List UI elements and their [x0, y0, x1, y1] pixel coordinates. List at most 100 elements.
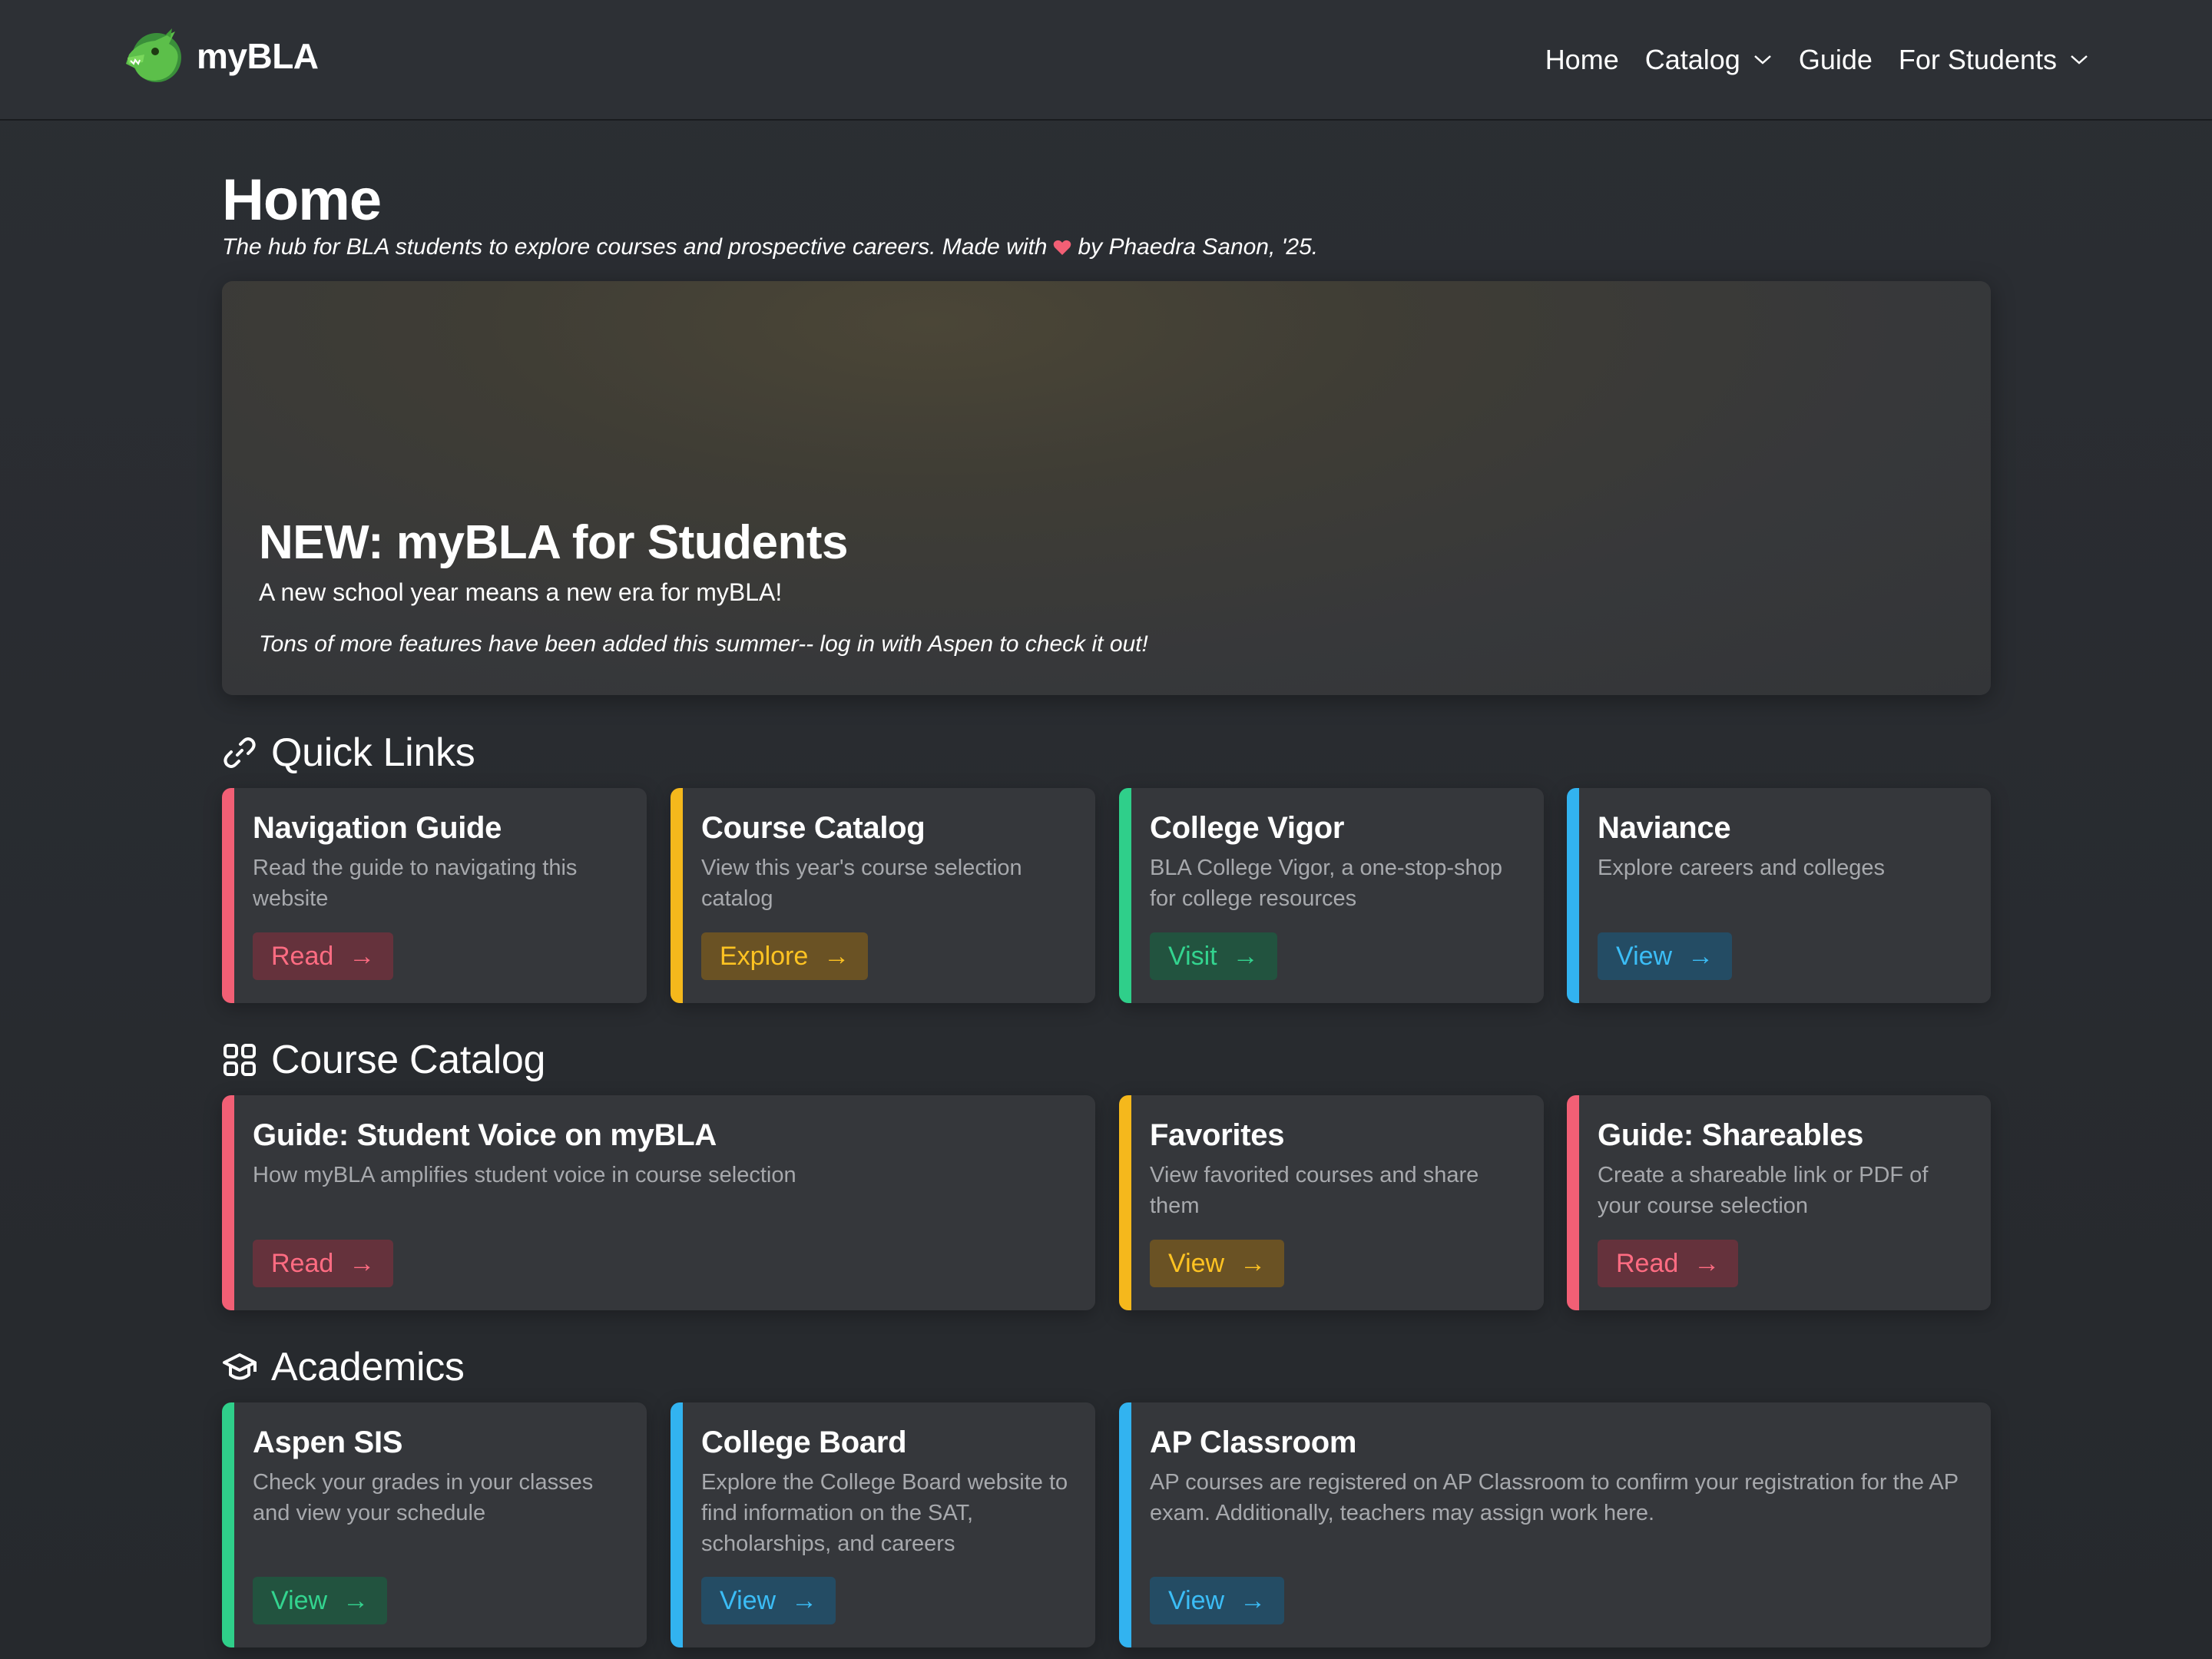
- arrow-right-icon: →: [1240, 1585, 1267, 1615]
- brand-link[interactable]: myBLA: [121, 23, 319, 89]
- top-navbar: myBLA Home Catalog Guide For Students: [0, 0, 2212, 121]
- card-description: BLA College Vigor, a one-stop-shop for c…: [1150, 856, 1502, 911]
- card-title: AP Classroom: [1150, 1426, 1357, 1459]
- button-label: Explore: [720, 941, 809, 971]
- card-accent-bar: [671, 1402, 683, 1647]
- card-accent-bar: [222, 788, 234, 1003]
- chevron-down-icon: [1753, 55, 1771, 65]
- button-label: Read: [271, 1248, 334, 1278]
- card-accent-bar: [222, 1402, 234, 1647]
- hero-banner[interactable]: NEW: myBLA for Students A new school yea…: [222, 281, 1991, 695]
- card-college-vigor: College Vigor BLA College Vigor, a one-s…: [1119, 788, 1544, 1003]
- card-description: How myBLA amplifies student voice in cou…: [253, 1163, 796, 1187]
- arrow-right-icon: →: [343, 1585, 369, 1615]
- page-subtitle: The hub for BLA students to explore cour…: [222, 234, 1318, 260]
- card-title: Favorites: [1150, 1118, 1285, 1152]
- card-accent-bar: [671, 788, 683, 1003]
- view-button[interactable]: View →: [253, 1577, 388, 1624]
- card-title: Guide: Shareables: [1598, 1118, 1864, 1152]
- link-icon: [224, 737, 256, 768]
- button-label: Read: [271, 941, 334, 971]
- arrow-right-icon: →: [1687, 941, 1714, 971]
- main-nav: Home Catalog Guide For Students: [1519, 38, 2089, 81]
- card-description: View this year's course selection catalo…: [701, 856, 1022, 911]
- arrow-right-icon: →: [1694, 1248, 1720, 1278]
- card-description: View favorited courses and share them: [1150, 1163, 1479, 1218]
- card-favorites: Favorites View favorited courses and sha…: [1119, 1095, 1544, 1310]
- button-label: View: [1168, 1248, 1225, 1278]
- button-label: View: [1168, 1585, 1225, 1615]
- section-course-catalog: Course Catalog: [222, 1033, 545, 1087]
- nav-home[interactable]: Home: [1545, 44, 1619, 76]
- card-description: Check your grades in your classes and vi…: [253, 1470, 594, 1525]
- card-title: College Board: [701, 1426, 907, 1459]
- card-course-catalog: Course Catalog View this year's course s…: [671, 788, 1095, 1003]
- arrow-right-icon: →: [1240, 1248, 1267, 1278]
- explore-button[interactable]: Explore →: [701, 932, 869, 980]
- hero-subtitle: A new school year means a new era for my…: [259, 578, 783, 606]
- grid-icon: [224, 1044, 256, 1076]
- view-button[interactable]: View →: [1150, 1577, 1285, 1624]
- card-title: Naviance: [1598, 811, 1731, 845]
- dragon-logo-icon: [126, 28, 181, 82]
- card-title: Navigation Guide: [253, 811, 502, 845]
- card-title: College Vigor: [1150, 811, 1345, 845]
- chevron-down-icon: [2071, 55, 2088, 65]
- page-subtitle-author: by Phaedra Sanon, '25.: [1078, 234, 1319, 260]
- arrow-right-icon: →: [349, 1248, 376, 1278]
- hero-note: Tons of more features have been added th…: [259, 631, 1148, 657]
- card-title: Guide: Student Voice on myBLA: [253, 1118, 717, 1152]
- card-navigation-guide: Navigation Guide Read the guide to navig…: [222, 788, 647, 1003]
- card-accent-bar: [1567, 1095, 1579, 1310]
- card-accent-bar: [1119, 788, 1131, 1003]
- section-academics: Academics: [222, 1340, 465, 1394]
- button-label: View: [271, 1585, 328, 1615]
- nav-guide-label: Guide: [1798, 44, 1873, 75]
- section-title: Academics: [271, 1345, 465, 1389]
- page-title: Home: [222, 167, 382, 233]
- nav-catalog-label: Catalog: [1644, 44, 1740, 75]
- nav-guide[interactable]: Guide: [1799, 44, 1873, 76]
- arrow-right-icon: →: [1232, 941, 1259, 971]
- card-accent-bar: [1119, 1402, 1131, 1647]
- view-button[interactable]: View →: [1598, 932, 1733, 980]
- arrow-right-icon: →: [823, 941, 850, 971]
- nav-for-students-label: For Students: [1898, 44, 2057, 75]
- read-button[interactable]: Read →: [253, 932, 394, 980]
- nav-home-label: Home: [1545, 44, 1619, 75]
- heart-icon: [1054, 240, 1071, 255]
- card-title: Aspen SIS: [253, 1426, 403, 1459]
- graduation-cap-icon: [223, 1353, 257, 1380]
- card-naviance: Naviance Explore careers and colleges Vi…: [1567, 788, 1991, 1003]
- nav-for-students-dropdown[interactable]: For Students: [1899, 44, 2089, 76]
- button-label: Visit: [1168, 941, 1217, 971]
- brand-name: myBLA: [197, 36, 319, 76]
- hero-title: NEW: myBLA for Students: [259, 516, 848, 569]
- card-aspen-sis: Aspen SIS Check your grades in your clas…: [222, 1402, 647, 1647]
- section-quick-links: Quick Links: [222, 726, 475, 780]
- arrow-right-icon: →: [791, 1585, 818, 1615]
- view-button[interactable]: View →: [701, 1577, 836, 1624]
- visit-button[interactable]: Visit →: [1150, 932, 1277, 980]
- read-button[interactable]: Read →: [1598, 1240, 1739, 1287]
- card-description: Explore careers and colleges: [1598, 856, 1885, 880]
- read-button[interactable]: Read →: [253, 1240, 394, 1287]
- button-label: View: [720, 1585, 777, 1615]
- section-title: Course Catalog: [271, 1038, 546, 1082]
- card-accent-bar: [1119, 1095, 1131, 1310]
- card-college-board: College Board Explore the College Board …: [671, 1402, 1095, 1647]
- card-ap-classroom: AP Classroom AP courses are registered o…: [1119, 1402, 1991, 1647]
- card-title: Course Catalog: [701, 811, 926, 845]
- card-guide-shareables: Guide: Shareables Create a shareable lin…: [1567, 1095, 1991, 1310]
- arrow-right-icon: →: [349, 941, 376, 971]
- card-description: Read the guide to navigating this websit…: [253, 856, 578, 911]
- card-accent-bar: [222, 1095, 234, 1310]
- card-guide-student-voice: Guide: Student Voice on myBLA How myBLA …: [222, 1095, 1095, 1310]
- card-description: Explore the College Board website to fin…: [701, 1470, 1068, 1556]
- card-description: Create a shareable link or PDF of your c…: [1598, 1163, 1929, 1218]
- button-label: Read: [1616, 1248, 1679, 1278]
- view-button[interactable]: View →: [1150, 1240, 1285, 1287]
- nav-catalog-dropdown[interactable]: Catalog: [1645, 44, 1773, 76]
- card-accent-bar: [1567, 788, 1579, 1003]
- section-title: Quick Links: [271, 730, 475, 775]
